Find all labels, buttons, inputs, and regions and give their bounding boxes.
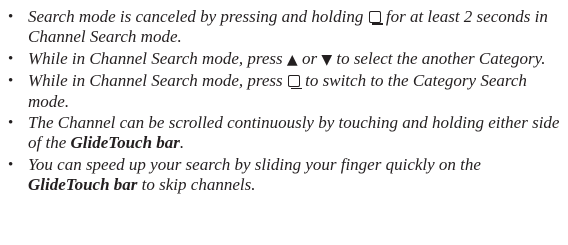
search-button-icon — [368, 11, 383, 25]
down-arrow-icon: ▼ — [321, 51, 333, 68]
bullet: • — [8, 9, 14, 25]
glidetouch-bar-term: GlideTouch bar — [70, 133, 180, 153]
note-text: Search mode is canceled by pressing and … — [28, 7, 368, 26]
note-text: While in Channel Search mode, press — [28, 48, 287, 68]
note-text: While in Channel Search mode, press — [28, 71, 287, 91]
glidetouch-bar-term: GlideTouch bar — [28, 175, 138, 195]
bullet: • — [8, 73, 14, 90]
note-text: . — [179, 133, 185, 153]
bullet: • — [8, 50, 14, 67]
note-item-select-category: • While in Channel Search mode, press ▲ … — [8, 49, 560, 70]
note-item-cancel-search: • Search mode is canceled by pressing an… — [8, 7, 560, 48]
note-item-switch-mode: • While in Channel Search mode, press to… — [8, 71, 560, 112]
note-text: to skip channels. — [137, 175, 256, 195]
note-text: or — [297, 48, 322, 68]
note-item-scroll-continuous: • The Channel can be scrolled continuous… — [8, 113, 560, 154]
up-arrow-icon: ▲ — [286, 51, 298, 68]
note-text: You can speed up your search by sliding … — [28, 154, 481, 174]
note-item-speed-up-search: • You can speed up your search by slidin… — [8, 155, 560, 196]
manual-page: • Search mode is canceled by pressing an… — [0, 0, 568, 245]
note-text: to select the another Category. — [332, 48, 546, 68]
search-button-icon — [287, 75, 302, 90]
notes-list: • Search mode is canceled by pressing an… — [8, 7, 560, 196]
bullet: • — [8, 156, 14, 173]
bullet: • — [8, 115, 14, 132]
